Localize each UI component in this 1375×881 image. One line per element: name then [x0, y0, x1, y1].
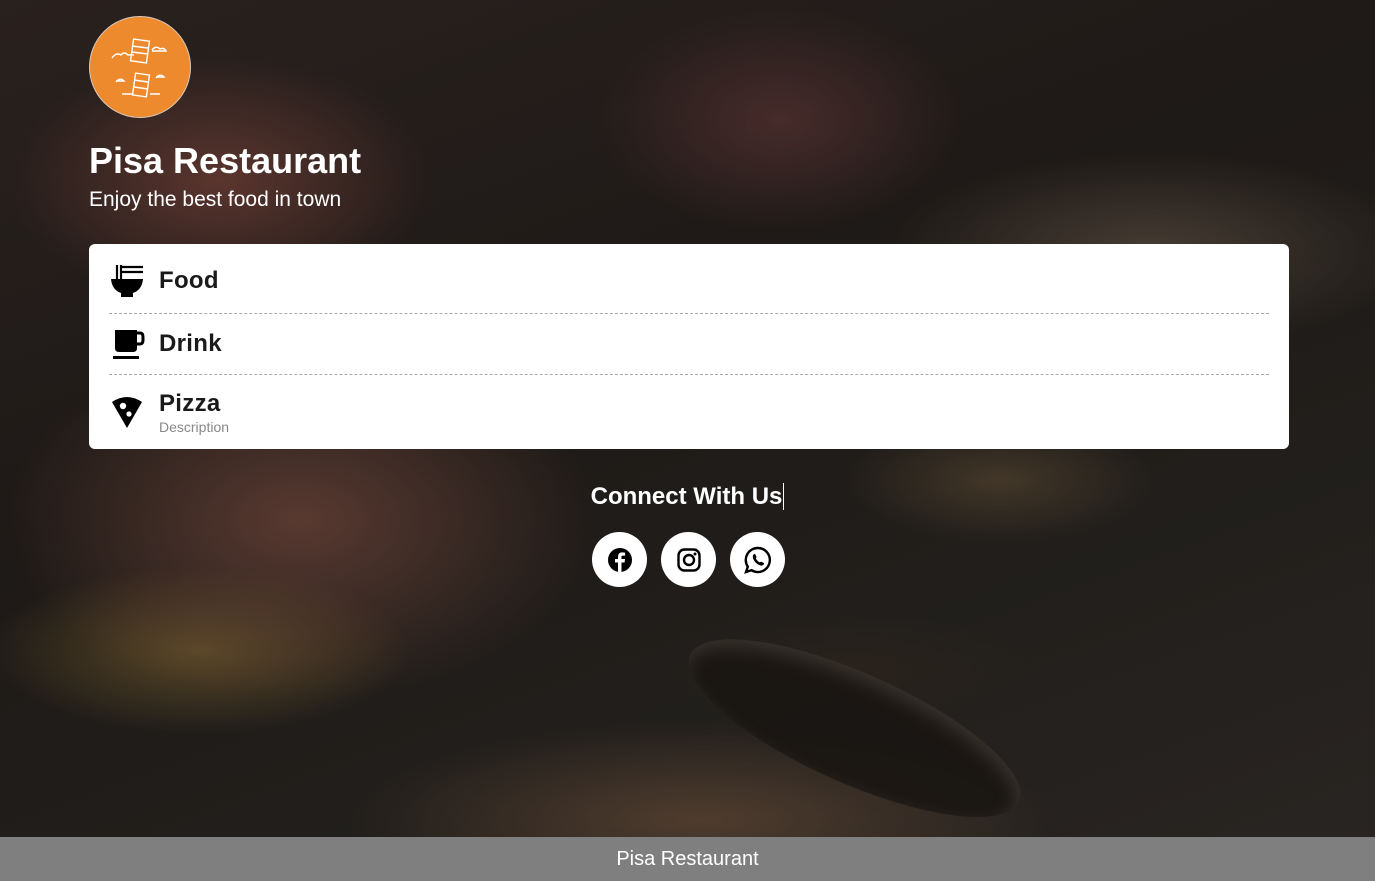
- footer: Pisa Restaurant: [0, 837, 1375, 881]
- page-content: Pisa Restaurant Enjoy the best food in t…: [0, 0, 1375, 881]
- whatsapp-icon: [743, 546, 771, 574]
- menu-item-label: Pizza: [159, 389, 221, 417]
- menu-item-food[interactable]: Food: [109, 244, 1269, 314]
- menu-list: Food Drink Pizza Description: [89, 244, 1289, 449]
- pizza-slice-icon: [109, 392, 149, 432]
- whatsapp-button[interactable]: [730, 532, 785, 587]
- menu-item-label: Drink: [159, 330, 222, 357]
- instagram-button[interactable]: [661, 532, 716, 587]
- menu-item-text: Pizza Description: [159, 390, 229, 435]
- facebook-button[interactable]: [592, 532, 647, 587]
- restaurant-logo[interactable]: [89, 16, 191, 118]
- menu-item-drink[interactable]: Drink: [109, 314, 1269, 375]
- page-subtitle: Enjoy the best food in town: [89, 188, 342, 211]
- footer-text: Pisa Restaurant: [616, 847, 759, 870]
- connect-heading-text: Connect With Us: [590, 483, 785, 510]
- connect-heading: Connect With Us: [0, 483, 1375, 511]
- social-links: [592, 532, 785, 587]
- coffee-cup-icon: [109, 324, 149, 364]
- noodle-bowl-icon: [109, 261, 149, 301]
- facebook-icon: [607, 547, 632, 572]
- menu-item-pizza[interactable]: Pizza Description: [109, 375, 1269, 449]
- menu-item-description: Description: [159, 418, 230, 435]
- page-title: Pisa Restaurant: [89, 140, 362, 181]
- leaning-tower-logo-icon: [111, 38, 168, 98]
- instagram-icon: [676, 547, 701, 572]
- menu-item-label: Food: [159, 266, 219, 294]
